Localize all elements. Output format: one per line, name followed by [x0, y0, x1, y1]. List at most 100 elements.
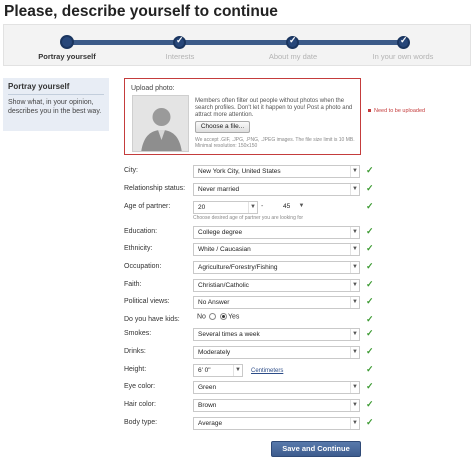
chevron-down-icon: ▼ [350, 297, 359, 308]
row-relationship: Relationship status: Never married ▼ ✓ [0, 182, 474, 198]
chevron-down-icon: ▼ [350, 382, 359, 393]
check-icon: ✓ [366, 381, 374, 391]
ethnicity-label: Ethnicity: [124, 245, 153, 252]
avatar-placeholder [132, 95, 189, 152]
upload-label: Upload photo: [131, 85, 175, 92]
choose-file-button[interactable]: Choose a file... [195, 121, 250, 133]
chevron-down-icon: ▼ [350, 262, 359, 273]
step-dot-done-icon: ✓ [173, 35, 186, 49]
check-icon: ✓ [366, 364, 374, 374]
sidebar-panel: Portray yourself Show what, in your opin… [3, 78, 109, 131]
sidebar-title: Portray yourself [8, 82, 104, 95]
drinks-select[interactable]: Moderately ▼ [193, 346, 360, 359]
kids-no-text: No [197, 313, 206, 321]
political-label: Political views: [124, 298, 170, 305]
centimeters-link[interactable]: Centimeters [251, 368, 283, 374]
eye-color-label: Eye color: [124, 383, 156, 390]
row-faith: Faith: Christian/Catholic ▼ ✓ [0, 278, 474, 294]
body-type-value: Average [198, 420, 223, 427]
city-select[interactable]: New York City, United States ▼ [193, 165, 360, 178]
step-dot-done-icon: ✓ [286, 35, 299, 49]
height-value: 6' 0" [198, 367, 211, 374]
chevron-down-icon: ▼ [350, 184, 359, 195]
drinks-label: Drinks: [124, 348, 146, 355]
height-select[interactable]: 6' 0" ▼ [193, 364, 243, 377]
required-note: Need to be uploaded [368, 108, 425, 114]
relationship-select[interactable]: Never married ▼ [193, 183, 360, 196]
check-icon: ✓ [366, 243, 374, 253]
progress-bar: ✓ ✓ ✓ Portray yourself Interests About m… [3, 24, 471, 66]
chevron-down-icon: ▼ [350, 400, 359, 411]
age-to-box[interactable]: 45 ▼ [269, 201, 306, 214]
row-eye-color: Eye color: Green ▼ ✓ [0, 380, 474, 396]
check-icon: ✓ [366, 399, 374, 409]
eye-color-value: Green [198, 384, 217, 391]
save-and-continue-button[interactable]: Save and Continue [271, 441, 361, 457]
age-to-value-display: 45 [283, 203, 291, 210]
age-from-select[interactable]: 20 ▼ [193, 201, 258, 214]
check-icon: ✓ [366, 226, 374, 236]
chevron-down-icon: ▼ [248, 202, 257, 213]
hair-color-select[interactable]: Brown ▼ [193, 399, 360, 412]
row-hair-color: Hair color: Brown ▼ ✓ [0, 398, 474, 414]
education-select[interactable]: College degree ▼ [193, 226, 360, 239]
check-icon: ✓ [366, 201, 374, 211]
row-drinks: Drinks: Moderately ▼ ✓ [0, 345, 474, 361]
chevron-down-icon: ▼ [298, 203, 305, 209]
row-education: Education: College degree ▼ ✓ [0, 225, 474, 241]
education-value: College degree [198, 229, 243, 236]
row-ethnicity: Ethnicity: White / Caucasian ▼ ✓ [0, 242, 474, 258]
row-political: Political views: No Answer ▼ ✓ [0, 295, 474, 311]
required-note-text: Need to be uploaded [374, 108, 426, 114]
education-label: Education: [124, 228, 158, 235]
step-about-my-date[interactable]: About my date [269, 52, 317, 61]
faith-value: Christian/Catholic [198, 282, 249, 289]
body-type-select[interactable]: Average ▼ [193, 417, 360, 430]
chevron-down-icon: ▼ [350, 244, 359, 255]
chevron-down-icon: ▼ [350, 227, 359, 238]
check-icon: ✓ [366, 417, 374, 427]
eye-color-select[interactable]: Green ▼ [193, 381, 360, 394]
faith-select[interactable]: Christian/Catholic ▼ [193, 279, 360, 292]
ethnicity-value: White / Caucasian [198, 246, 251, 253]
smokes-label: Smokes: [124, 330, 152, 337]
row-height: Height: 6' 0" ▼ Centimeters ✓ [0, 363, 474, 379]
age-from-value: 20 [198, 204, 206, 211]
occupation-value: Agriculture/Forestry/Fishing [198, 264, 278, 271]
row-smokes: Smokes: Several times a week ▼ ✓ [0, 327, 474, 343]
step-in-your-own-words[interactable]: In your own words [373, 52, 434, 61]
kids-no-radio[interactable] [208, 313, 216, 320]
kids-yes-radio[interactable] [219, 313, 227, 320]
sidebar-description: Show what, in your opinion, describes yo… [8, 99, 102, 115]
city-label: City: [124, 167, 138, 174]
page-title: Please, describe yourself to continue [4, 3, 278, 20]
progress-fill [67, 40, 405, 45]
chevron-down-icon: ▼ [350, 418, 359, 429]
occupation-select[interactable]: Agriculture/Forestry/Fishing ▼ [193, 261, 360, 274]
body-type-label: Body type: [124, 419, 158, 426]
faith-label: Faith: [124, 281, 142, 288]
political-select[interactable]: No Answer ▼ [193, 296, 360, 309]
row-city: City: New York City, United States ▼ ✓ [0, 164, 474, 180]
age-hint: Choose desired age of partner you are lo… [193, 215, 304, 221]
city-value: New York City, United States [198, 168, 281, 175]
drinks-value: Moderately [198, 349, 231, 356]
check-icon: ✓ [366, 328, 374, 338]
chevron-down-icon: ▼ [350, 280, 359, 291]
hair-color-value: Brown [198, 402, 217, 409]
kids-radio-group: No Yes [197, 313, 239, 320]
check-icon: ✓ [366, 165, 374, 175]
step-portray-yourself[interactable]: Portray yourself [38, 52, 96, 61]
ethnicity-select[interactable]: White / Caucasian ▼ [193, 243, 360, 256]
step-interests[interactable]: Interests [166, 52, 195, 61]
required-marker-icon [368, 109, 371, 113]
smokes-select[interactable]: Several times a week ▼ [193, 328, 360, 341]
photo-upload-box: Upload photo: Members often filter out p… [124, 78, 361, 155]
chevron-down-icon: ▼ [350, 329, 359, 340]
check-icon: ✓ [366, 279, 374, 289]
relationship-value: Never married [198, 186, 240, 193]
check-icon: ✓ [366, 296, 374, 306]
age-label: Age of partner: [124, 203, 171, 210]
upload-hint: We accept .GIF, .JPG, .PNG, .JPEG images… [195, 137, 355, 149]
occupation-label: Occupation: [124, 263, 162, 270]
